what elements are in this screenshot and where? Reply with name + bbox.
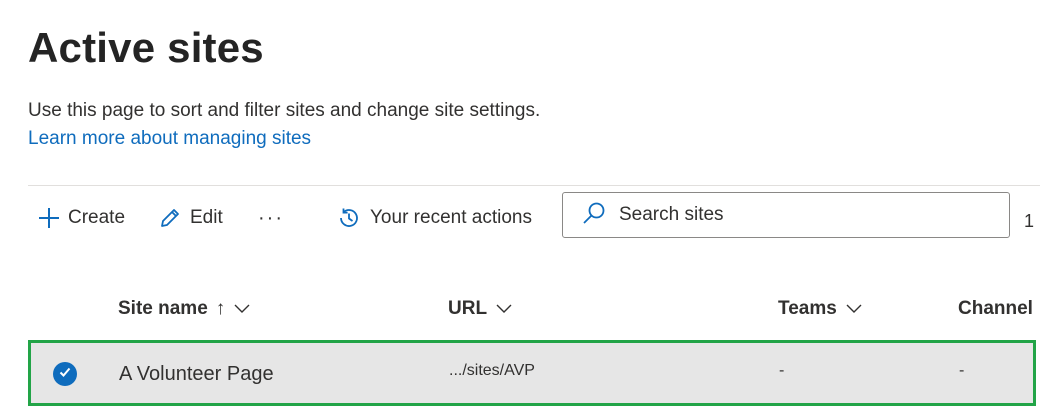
column-header-url[interactable]: URL bbox=[448, 296, 513, 322]
search-input[interactable] bbox=[617, 203, 1001, 227]
edit-label: Edit bbox=[190, 207, 223, 228]
column-label: Channel bbox=[958, 298, 1033, 319]
divider bbox=[28, 185, 1040, 186]
plus-icon bbox=[38, 207, 60, 229]
recent-actions-label: Your recent actions bbox=[370, 207, 532, 228]
column-label: Site name bbox=[118, 298, 208, 319]
item-count: 1 bbox=[1024, 211, 1035, 231]
column-header-site-name[interactable]: Site name ↑ bbox=[118, 296, 251, 322]
column-header-teams[interactable]: Teams bbox=[778, 296, 863, 322]
page-title: Active sites bbox=[28, 24, 264, 71]
row-checkbox[interactable] bbox=[53, 362, 77, 386]
history-icon bbox=[336, 205, 362, 231]
column-header-channel[interactable]: Channel bbox=[958, 296, 1033, 322]
search-box[interactable] bbox=[562, 192, 1010, 238]
create-label: Create bbox=[68, 207, 126, 228]
sort-ascending-icon: ↑ bbox=[215, 298, 226, 319]
site-name-cell[interactable]: A Volunteer Page bbox=[119, 363, 274, 386]
recent-actions-button[interactable]: Your recent actions bbox=[336, 200, 532, 236]
page-description: Use this page to sort and filter sites a… bbox=[28, 100, 541, 121]
chevron-down-icon bbox=[845, 298, 863, 320]
table-row[interactable]: A Volunteer Page .../sites/AVP - - bbox=[28, 340, 1036, 406]
edit-button[interactable]: Edit bbox=[158, 200, 223, 236]
search-icon bbox=[581, 200, 607, 231]
channel-cell: - bbox=[959, 362, 965, 379]
column-label: Teams bbox=[778, 298, 837, 319]
learn-more-link[interactable]: Learn more about managing sites bbox=[28, 128, 311, 150]
chevron-down-icon bbox=[233, 298, 251, 320]
chevron-down-icon bbox=[495, 298, 513, 320]
more-icon: ··· bbox=[258, 206, 284, 229]
column-label: URL bbox=[448, 298, 488, 319]
pencil-icon bbox=[158, 206, 182, 230]
more-actions-button[interactable]: ··· bbox=[258, 200, 284, 236]
checkmark-icon bbox=[58, 365, 72, 384]
active-sites-page: Active sites Use this page to sort and f… bbox=[0, 0, 1040, 420]
teams-cell: - bbox=[779, 362, 785, 379]
url-cell: .../sites/AVP bbox=[449, 362, 535, 379]
create-button[interactable]: Create bbox=[38, 200, 125, 236]
